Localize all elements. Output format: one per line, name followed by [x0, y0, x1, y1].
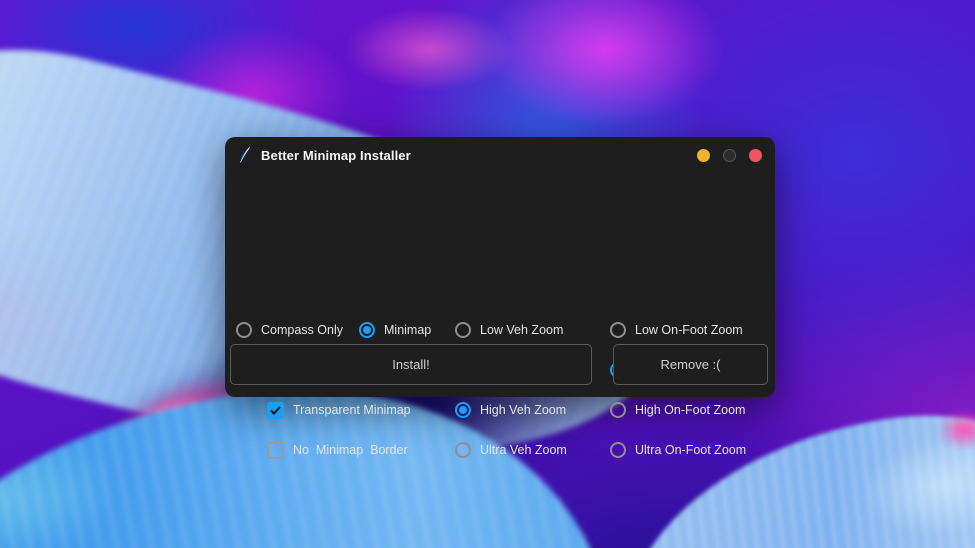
checkbox-label: Transparent Minimap — [293, 403, 411, 417]
checkbox-icon — [267, 442, 284, 459]
maximize-button[interactable] — [723, 149, 736, 162]
radio-circle-icon — [236, 322, 252, 338]
radio-ultra-on-foot-zoom[interactable]: Ultra On-Foot Zoom — [610, 440, 746, 460]
radio-label: High Veh Zoom — [480, 403, 566, 417]
check-icon — [270, 406, 281, 415]
radio-label: Compass Only — [261, 323, 343, 337]
installer-window: Better Minimap Installer Compass Only Mi… — [225, 137, 775, 397]
radio-high-veh-zoom[interactable]: High Veh Zoom — [455, 400, 566, 420]
radio-circle-icon — [455, 322, 471, 338]
radio-label: Ultra On-Foot Zoom — [635, 443, 746, 457]
minimize-button[interactable] — [697, 149, 710, 162]
radio-circle-icon — [610, 402, 626, 418]
radio-compass-only[interactable]: Compass Only — [236, 320, 343, 340]
radio-label: High On-Foot Zoom — [635, 403, 745, 417]
radio-high-on-foot-zoom[interactable]: High On-Foot Zoom — [610, 400, 745, 420]
radio-label: Ultra Veh Zoom — [480, 443, 567, 457]
feather-quill-icon — [238, 146, 252, 164]
checkbox-checked-icon — [267, 402, 284, 419]
radio-label: Low Veh Zoom — [480, 323, 563, 337]
radio-circle-icon — [455, 442, 471, 458]
radio-low-on-foot-zoom[interactable]: Low On-Foot Zoom — [610, 320, 743, 340]
install-button[interactable]: Install! — [230, 344, 592, 385]
remove-button[interactable]: Remove :( — [613, 344, 768, 385]
radio-circle-icon — [610, 442, 626, 458]
checkbox-no-minimap-border[interactable]: No Minimap Border — [267, 440, 408, 460]
checkbox-transparent-minimap[interactable]: Transparent Minimap — [267, 400, 411, 420]
radio-minimap[interactable]: Minimap — [359, 320, 431, 340]
titlebar[interactable]: Better Minimap Installer — [225, 137, 775, 173]
window-title: Better Minimap Installer — [261, 148, 411, 163]
checkbox-label: No Minimap Border — [293, 443, 408, 457]
radio-label: Minimap — [384, 323, 431, 337]
radio-circle-icon — [610, 322, 626, 338]
radio-ultra-veh-zoom[interactable]: Ultra Veh Zoom — [455, 440, 567, 460]
wallpaper-pink-glint — [930, 405, 975, 455]
radio-label: Low On-Foot Zoom — [635, 323, 743, 337]
close-button[interactable] — [749, 149, 762, 162]
radio-circle-selected-icon — [455, 402, 471, 418]
radio-circle-selected-icon — [359, 322, 375, 338]
window-controls — [697, 149, 762, 162]
radio-low-veh-zoom[interactable]: Low Veh Zoom — [455, 320, 563, 340]
